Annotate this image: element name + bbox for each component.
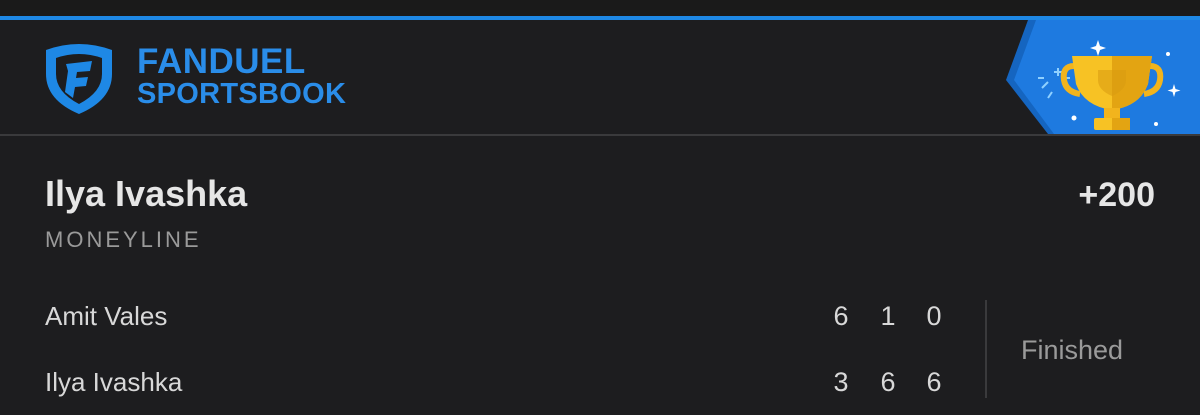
header-divider [0, 134, 1200, 136]
brand-subtitle: SPORTSBOOK [137, 78, 347, 110]
set-score: 6 [926, 367, 942, 397]
set-score: 6 [880, 367, 896, 397]
set-score: 1 [880, 301, 896, 331]
selection-name: Ilya Ivashka [45, 173, 248, 214]
fanduel-shield-icon [46, 44, 112, 114]
player-name: Ilya Ivashka [45, 367, 183, 397]
market-type: MONEYLINE [45, 227, 202, 252]
match-status: Finished [1021, 335, 1124, 365]
trophy-icon [1006, 20, 1200, 134]
set-score: 0 [926, 301, 942, 331]
set-score: 6 [833, 301, 849, 331]
set-score: 3 [833, 367, 849, 397]
top-strip [0, 0, 1200, 16]
status-divider [985, 300, 987, 398]
brand-name: FANDUEL [137, 42, 306, 81]
player-name: Amit Vales [45, 301, 168, 331]
odds-value: +200 [1078, 176, 1155, 214]
